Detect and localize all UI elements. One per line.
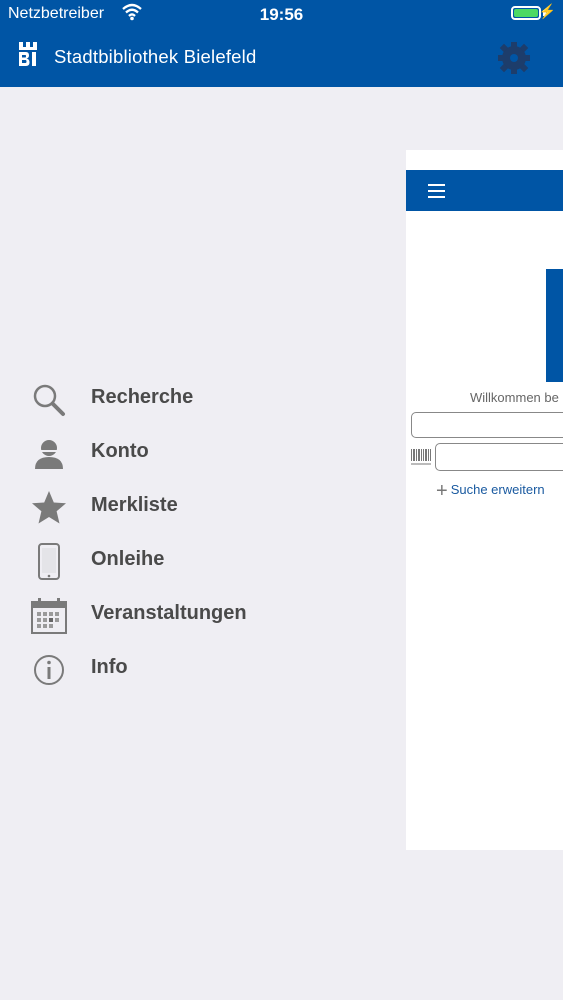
preview-search-input[interactable]: [411, 412, 563, 438]
welcome-text: Willkommen be: [470, 390, 559, 405]
menu-item-label: Onleihe: [91, 548, 165, 570]
menu-item-label: Info: [91, 656, 128, 678]
clock: 19:56: [259, 5, 304, 24]
extend-search-label: Suche erweitern: [450, 482, 545, 497]
app-header: Stadtbibliothek Bielefeld: [0, 28, 563, 87]
charging-icon: ⚡: [538, 3, 556, 19]
menu-item-veranstaltungen[interactable]: Veranstaltungen: [0, 586, 380, 640]
calendar-icon: [31, 598, 67, 634]
status-bar: Netzbetreiber 19:56 ⚡: [0, 0, 563, 28]
preview-logo-block: [546, 269, 563, 382]
page-title: Stadtbibliothek Bielefeld: [54, 46, 257, 67]
menu-item-info[interactable]: Info: [0, 640, 380, 694]
menu-item-label: Konto: [91, 440, 149, 462]
settings-gear-icon[interactable]: [494, 38, 534, 78]
star-icon: [32, 491, 66, 524]
app-preview-panel[interactable]: Willkommen be + Suche erweitern: [406, 150, 563, 850]
battery-icon: [511, 6, 541, 20]
tablet-icon: [38, 543, 60, 580]
library-logo-icon: [19, 42, 37, 66]
info-icon: [34, 655, 64, 685]
hamburger-menu-icon[interactable]: [428, 184, 445, 202]
plus-icon: +: [436, 480, 448, 502]
menu-item-onleihe[interactable]: Onleihe: [0, 532, 380, 586]
menu-item-label: Recherche: [91, 386, 194, 408]
menu-item-label: Merkliste: [91, 494, 178, 516]
search-icon: [33, 384, 65, 416]
menu-item-label: Veranstaltungen: [91, 602, 247, 624]
user-icon: [35, 440, 63, 469]
menu-item-merkliste[interactable]: Merkliste: [0, 478, 380, 532]
preview-barcode-input[interactable]: [435, 443, 563, 471]
preview-header: [406, 170, 563, 211]
menu-item-recherche[interactable]: Recherche: [0, 370, 380, 424]
menu-item-konto[interactable]: Konto: [0, 424, 380, 478]
extend-search-link[interactable]: + Suche erweitern: [436, 480, 545, 503]
barcode-icon[interactable]: [410, 447, 432, 467]
